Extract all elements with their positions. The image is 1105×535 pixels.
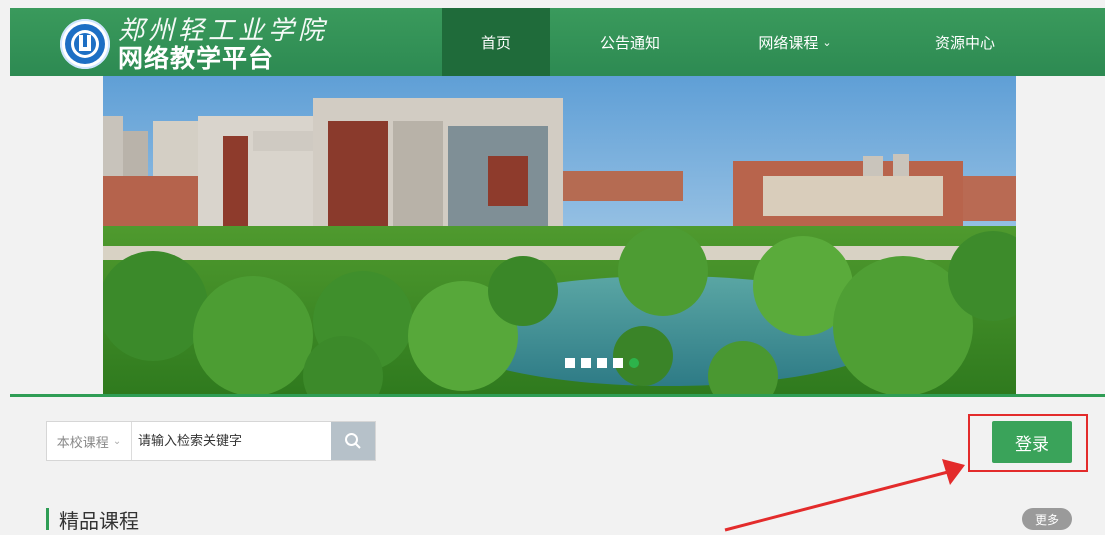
login-button[interactable]: 登录 <box>992 421 1072 463</box>
platform-name: 网络教学平台 <box>118 43 275 73</box>
nav-item-label: 公告通知 <box>599 33 660 52</box>
featured-courses-heading: 精品课程 <box>46 505 139 533</box>
banner-divider <box>10 394 1105 397</box>
search-input[interactable] <box>132 422 331 460</box>
nav-item-notices[interactable]: 公告通知 <box>550 8 710 76</box>
campus-banner-image <box>103 76 1016 394</box>
search-scope-select[interactable]: 本校课程 ⌄ <box>47 422 132 460</box>
nav-item-online-courses[interactable]: 网络课程 ⌄ <box>710 8 880 76</box>
site-logo[interactable]: 郑州轻工业学院 网络教学平台 <box>60 16 328 72</box>
school-name: 郑州轻工业学院 <box>118 15 329 46</box>
slide-dot[interactable] <box>581 358 591 368</box>
chevron-down-icon: ⌄ <box>822 35 832 49</box>
nav-item-label: 首页 <box>480 33 511 52</box>
slide-dot[interactable] <box>597 358 607 368</box>
slide-dot-active[interactable] <box>629 358 639 368</box>
more-button-label: 更多 <box>1034 512 1059 527</box>
university-emblem-icon <box>60 19 110 69</box>
slide-indicator <box>565 358 639 368</box>
section-title: 精品课程 <box>59 508 139 533</box>
nav-item-resource-center[interactable]: 资源中心 <box>880 8 1050 76</box>
search-icon <box>345 433 361 449</box>
more-button[interactable]: 更多 <box>1022 508 1072 530</box>
login-button-label: 登录 <box>1015 434 1049 455</box>
nav-item-home[interactable]: 首页 <box>442 8 550 76</box>
section-accent-bar <box>46 508 49 530</box>
slide-dot[interactable] <box>565 358 575 368</box>
search-scope-label: 本校课程 <box>56 435 109 451</box>
course-search-bar: 本校课程 ⌄ <box>46 421 376 461</box>
nav-item-label: 网络课程 <box>758 33 819 52</box>
annotation-arrow-icon <box>724 459 965 532</box>
main-nav: 首页 公告通知 网络课程 ⌄ 资源中心 <box>442 8 1050 76</box>
chevron-down-icon: ⌄ <box>112 435 122 447</box>
nav-item-label: 资源中心 <box>934 33 995 52</box>
search-button[interactable] <box>331 422 375 460</box>
top-navigation-bar: 郑州轻工业学院 网络教学平台 首页 公告通知 网络课程 ⌄ 资源中心 <box>10 8 1105 76</box>
slide-dot[interactable] <box>613 358 623 368</box>
